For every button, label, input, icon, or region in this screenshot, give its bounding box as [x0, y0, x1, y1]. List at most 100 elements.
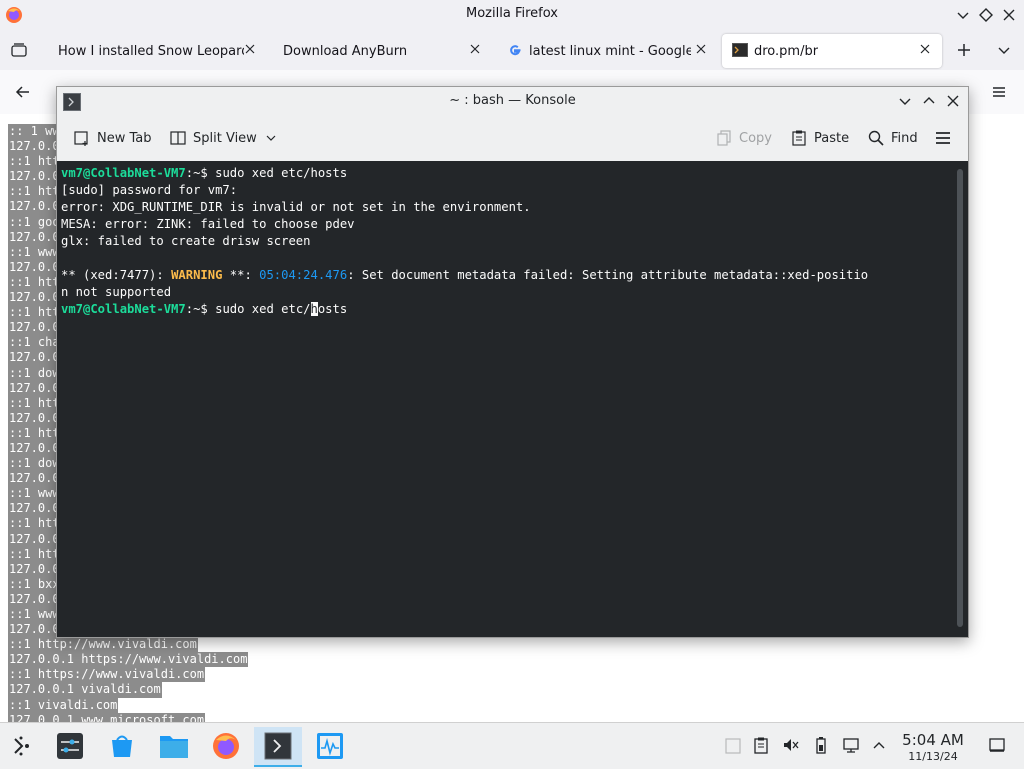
konsole-titlebar: ~ : bash — Konsole — [57, 87, 968, 115]
new-tab-icon — [73, 129, 91, 147]
maximize-icon[interactable] — [921, 93, 937, 109]
clock-time[interactable]: 5:04 AM — [896, 731, 970, 749]
maximize-icon[interactable] — [977, 6, 995, 24]
firefox-logo-icon — [211, 731, 241, 761]
file-manager-launcher[interactable] — [154, 727, 194, 765]
hosts-line: ::1 htt — [8, 395, 61, 411]
close-tab-icon[interactable] — [468, 42, 482, 56]
hosts-line: ::1 htt — [8, 546, 61, 562]
konsole-toolbar: New Tab Split View Copy Paste Find — [57, 115, 968, 162]
clipboard-icon[interactable] — [752, 736, 770, 754]
tab-label: latest linux mint - Google S — [529, 43, 691, 59]
find-button[interactable]: Find — [867, 127, 918, 149]
battery-icon[interactable] — [812, 736, 830, 754]
terminal-area[interactable]: vm7@CollabNet-VM7:~$ sudo xed etc/hosts … — [57, 161, 954, 637]
paste-icon — [790, 129, 808, 147]
list-all-tabs-icon[interactable] — [995, 41, 1013, 59]
hosts-line: 127.0.0 — [8, 169, 61, 185]
tab-snow-leopard[interactable]: How I installed Snow Leopard — [58, 36, 244, 66]
output-line: error: XDG_RUNTIME_DIR is invalid or not… — [61, 200, 531, 214]
hamburger-menu-icon[interactable] — [934, 129, 952, 147]
close-icon[interactable] — [945, 93, 961, 109]
system-monitor-task[interactable] — [310, 727, 350, 765]
warning-message-cont: n not supported — [61, 285, 172, 299]
find-label: Find — [891, 130, 918, 146]
copy-button[interactable]: Copy — [715, 127, 772, 149]
close-window-icon[interactable] — [1000, 6, 1018, 24]
window-title: Mozilla Firefox — [466, 6, 558, 21]
chevron-up-icon[interactable] — [870, 736, 888, 754]
minimize-icon[interactable] — [897, 93, 913, 109]
command-line-rest: osts — [317, 302, 348, 316]
search-icon — [867, 129, 885, 147]
hosts-line: 127.0.0 — [8, 501, 61, 517]
hosts-line: ::1 http://www.vivaldi.com — [8, 637, 198, 653]
clock-date[interactable]: 11/13/24 — [896, 750, 970, 763]
prompt-suffix: :~$ — [185, 302, 216, 316]
hosts-line: 127.0.0 — [8, 622, 61, 638]
hosts-line: 127.0.0 — [8, 229, 61, 245]
hosts-line: 127.0.0 — [8, 531, 61, 547]
konsole-task[interactable] — [254, 727, 302, 767]
firefox-task[interactable] — [206, 727, 246, 765]
hosts-line: 127.0.0 — [8, 561, 61, 577]
warning-message: : Set document metadata failed: Setting … — [347, 268, 869, 282]
hamburger-menu-icon[interactable] — [990, 83, 1008, 101]
hosts-line: ::1 vivaldi.com — [8, 697, 119, 713]
hosts-line: ::1 cha — [8, 335, 61, 351]
prompt: vm7@CollabNet-VM7 — [61, 302, 186, 316]
hosts-line: 127.0.0.1 https://www.vivaldi.com — [8, 652, 249, 668]
kde-launcher-icon — [9, 733, 35, 759]
hosts-line: :: 1 ww — [8, 124, 61, 140]
application-launcher[interactable] — [2, 727, 42, 765]
output-line: [sudo] password for vm7: — [61, 183, 238, 197]
discover-store-icon — [108, 732, 136, 760]
hosts-line: 127.0.0.1 vivaldi.com — [8, 682, 162, 698]
hosts-line: ::1 www — [8, 244, 61, 260]
konsole-window: ~ : bash — Konsole New Tab Split View Co… — [56, 86, 969, 638]
clipboard-empty-icon[interactable] — [724, 736, 742, 754]
paste-button[interactable]: Paste — [790, 127, 849, 149]
hosts-line: ::1 htt — [8, 425, 61, 441]
new-tab-label: New Tab — [97, 130, 152, 146]
hosts-line: ::1 dow — [8, 365, 61, 381]
copy-icon — [715, 129, 733, 147]
prompt-suffix: :~$ — [185, 166, 216, 180]
minimize-icon[interactable] — [954, 6, 972, 24]
tab-label: How I installed Snow Leopard — [58, 43, 244, 59]
split-view-button[interactable]: Split View — [169, 127, 277, 149]
terminal-output: vm7@CollabNet-VM7:~$ sudo xed etc/hosts … — [61, 165, 868, 318]
new-tab-plus-icon[interactable] — [955, 41, 973, 59]
warning-prefix: ** (xed:7477): — [61, 268, 172, 282]
tab-anyburn[interactable]: Download AnyBurn — [283, 36, 463, 66]
split-view-label: Split View — [193, 130, 257, 146]
back-arrow-icon[interactable] — [14, 83, 32, 101]
hosts-line: 127.0.0 — [8, 139, 61, 155]
volume-muted-icon[interactable] — [782, 736, 800, 754]
close-tab-icon[interactable] — [918, 42, 932, 56]
terminal-scrollbar[interactable] — [954, 161, 968, 637]
hosts-line: ::1 htt — [8, 154, 61, 170]
hosts-line: 127.0.0 — [8, 290, 61, 306]
hosts-line: 127.0.0 — [8, 380, 61, 396]
hosts-line: ::1 htt — [8, 274, 61, 291]
text-cursor: h — [310, 302, 318, 316]
tab-manager-icon[interactable] — [10, 41, 28, 59]
close-tab-icon[interactable] — [694, 42, 708, 56]
new-tab-button[interactable]: New Tab — [73, 127, 152, 149]
hosts-line: 127.0.0 — [8, 591, 61, 607]
warning-separator: **: — [222, 268, 260, 282]
tab-google-search[interactable]: latest linux mint - Google S — [529, 36, 691, 66]
hosts-line: ::1 bxx — [8, 576, 61, 592]
show-desktop-icon[interactable] — [988, 736, 1006, 754]
discover-launcher[interactable] — [102, 727, 142, 765]
close-tab-icon[interactable] — [243, 42, 257, 56]
folder-icon — [159, 732, 189, 760]
warning-timestamp: 05:04:24.476 — [259, 268, 348, 282]
hosts-line: ::1 https://www.vivaldi.com — [8, 667, 206, 683]
hosts-line: ::1 goo — [8, 214, 61, 230]
network-wired-icon[interactable] — [842, 736, 860, 754]
tab-dro-pm[interactable]: dro.pm/br — [754, 36, 904, 66]
scrollbar-thumb[interactable] — [957, 169, 963, 627]
system-settings-launcher[interactable] — [50, 727, 90, 765]
